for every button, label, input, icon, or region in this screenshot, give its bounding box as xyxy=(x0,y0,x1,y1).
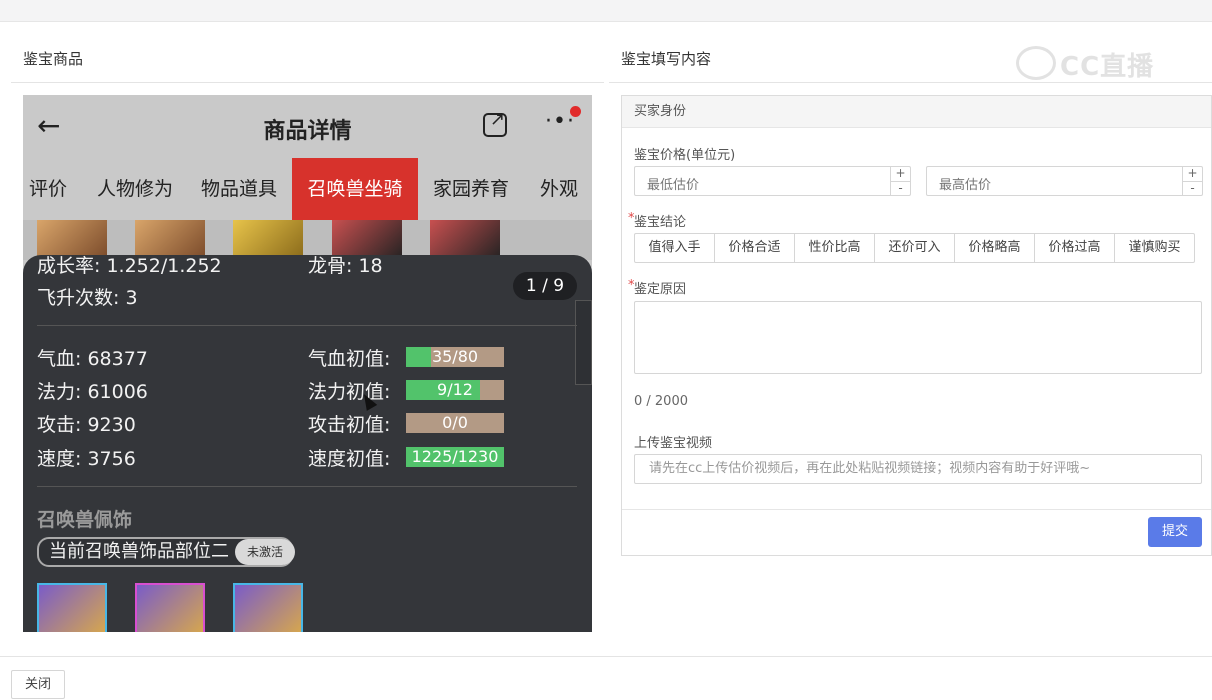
growth-rate: 成长率: 1.252/1.252 xyxy=(37,255,222,277)
reason-label-text: 鉴定原因 xyxy=(634,282,687,297)
top-bar xyxy=(0,0,1212,22)
min-price-input[interactable]: 最低估价 + - xyxy=(634,166,911,196)
ascend-count: 飞升次数: 3 xyxy=(37,287,138,309)
bar-fill xyxy=(406,347,431,367)
form-divider xyxy=(622,509,1211,510)
external-share-icon xyxy=(483,109,507,137)
required-mark: * xyxy=(628,278,635,293)
close-button[interactable]: 关闭 xyxy=(11,670,65,699)
accessory-heading: 召唤兽佩饰 xyxy=(37,509,133,531)
buyer-identity-header: 买家身份 xyxy=(622,96,1211,128)
reason-char-counter: 0 / 2000 xyxy=(634,394,688,409)
stat-atk-init-value: 0/0 xyxy=(442,413,468,432)
price-label: 鉴宝价格(单位元) xyxy=(634,148,736,163)
stat-spd-init-label: 速度初值: xyxy=(308,448,391,470)
accessory-item xyxy=(37,583,107,632)
image-pager: 1 / 9 xyxy=(513,272,577,300)
product-screenshot: ← 商品详情 ·•· 评价 人物修为 物品道具 召唤兽坐骑 家园养育 外观 成长… xyxy=(23,95,592,632)
stat-atk-init-bar: 0/0 xyxy=(406,413,504,433)
max-price-placeholder: 最高估价 xyxy=(939,178,992,193)
overlay-scrollbar xyxy=(575,300,592,385)
watermark-circle-icon xyxy=(1016,46,1056,80)
submit-button[interactable]: 提交 xyxy=(1148,517,1202,547)
phone-tab: 家园养育 xyxy=(432,178,509,200)
reason-textarea[interactable] xyxy=(634,301,1202,374)
conclusion-label-text: 鉴宝结论 xyxy=(634,215,687,230)
phone-tab: 评价 xyxy=(28,178,67,200)
accessory-item xyxy=(233,583,303,632)
stat-mp-init-bar: 9/12 xyxy=(406,380,504,400)
left-section-title: 鉴宝商品 xyxy=(23,50,84,68)
video-link-input[interactable]: 请先在cc上传估价视频后，再在此处粘贴视频链接；视频内容有助于好评哦~ xyxy=(634,454,1202,484)
phone-navbar: ← 商品详情 ·•· xyxy=(23,95,592,157)
required-mark: * xyxy=(628,211,635,226)
stat-hp-init-bar: 35/80 xyxy=(406,347,504,367)
appraisal-form: 买家身份 鉴宝价格(单位元) 最低估价 + - 最高估价 + - * 鉴宝结论 值得入… xyxy=(621,95,1212,556)
stat-atk-init-label: 攻击初值: xyxy=(308,414,391,436)
accessory-badge: 未激活 xyxy=(235,539,295,565)
phone-tab-active: 召唤兽坐骑 xyxy=(292,158,418,220)
pet-avatar xyxy=(430,220,500,260)
right-section-title: 鉴宝填写内容 xyxy=(621,50,712,68)
footer-divider xyxy=(0,656,1212,657)
stat-atk: 攻击: 9230 xyxy=(37,414,136,436)
increment-icon[interactable]: + xyxy=(891,167,910,181)
phone-tab: 外观 xyxy=(539,178,578,200)
stat-spd-init-value: 1225/1230 xyxy=(411,447,499,466)
conclusion-option[interactable]: 价格略高 xyxy=(954,233,1035,263)
decrement-icon[interactable]: - xyxy=(891,181,910,195)
max-price-input[interactable]: 最高估价 + - xyxy=(926,166,1203,196)
conclusion-label: * 鉴宝结论 xyxy=(628,211,687,230)
notification-dot xyxy=(570,106,581,117)
stat-spd: 速度: 3756 xyxy=(37,448,136,470)
watermark-logo: CC直播 xyxy=(1016,42,1176,84)
increment-icon[interactable]: + xyxy=(1183,167,1202,181)
min-price-placeholder: 最低估价 xyxy=(647,178,700,193)
overlay-divider xyxy=(37,486,577,487)
left-section-divider xyxy=(11,82,604,83)
conclusion-option[interactable]: 谨慎购买 xyxy=(1114,233,1195,263)
stat-hp-init-value: 35/80 xyxy=(431,347,479,366)
stat-hp: 气血: 68377 xyxy=(37,348,148,370)
stat-mp-init-value: 9/12 xyxy=(437,380,473,399)
stat-hp-init-label: 气血初值: xyxy=(308,348,391,370)
reason-label: * 鉴定原因 xyxy=(628,278,687,297)
pet-detail-overlay: 成长率: 1.252/1.252 龙骨: 18 飞升次数: 3 1 / 9 气血… xyxy=(23,255,592,632)
phone-tab: 人物修为 xyxy=(96,178,173,200)
stat-mp-init-label: 法力初值: xyxy=(308,381,391,403)
phone-tab: 物品道具 xyxy=(200,178,277,200)
video-label: 上传鉴宝视频 xyxy=(634,436,713,451)
conclusion-option[interactable]: 还价可入 xyxy=(874,233,955,263)
conclusion-option[interactable]: 性价比高 xyxy=(794,233,875,263)
stat-spd-init-bar: 1225/1230 xyxy=(406,447,504,467)
conclusion-option[interactable]: 价格合适 xyxy=(714,233,795,263)
decrement-icon[interactable]: - xyxy=(1183,181,1202,195)
pet-avatar xyxy=(233,220,303,260)
stat-mp: 法力: 61006 xyxy=(37,381,148,403)
dragon-bone: 龙骨: 18 xyxy=(308,255,383,277)
conclusion-option[interactable]: 值得入手 xyxy=(634,233,715,263)
overlay-divider xyxy=(37,325,577,326)
phone-tabs: 评价 人物修为 物品道具 召唤兽坐骑 家园养育 外观 xyxy=(23,158,592,220)
conclusion-option[interactable]: 价格过高 xyxy=(1034,233,1115,263)
watermark-text: CC直播 xyxy=(1060,52,1155,82)
min-price-stepper[interactable]: + - xyxy=(890,167,910,195)
conclusion-options: 值得入手 价格合适 性价比高 还价可入 价格略高 价格过高 谨慎购买 xyxy=(634,233,1195,263)
max-price-stepper[interactable]: + - xyxy=(1182,167,1202,195)
accessory-item xyxy=(135,583,205,632)
